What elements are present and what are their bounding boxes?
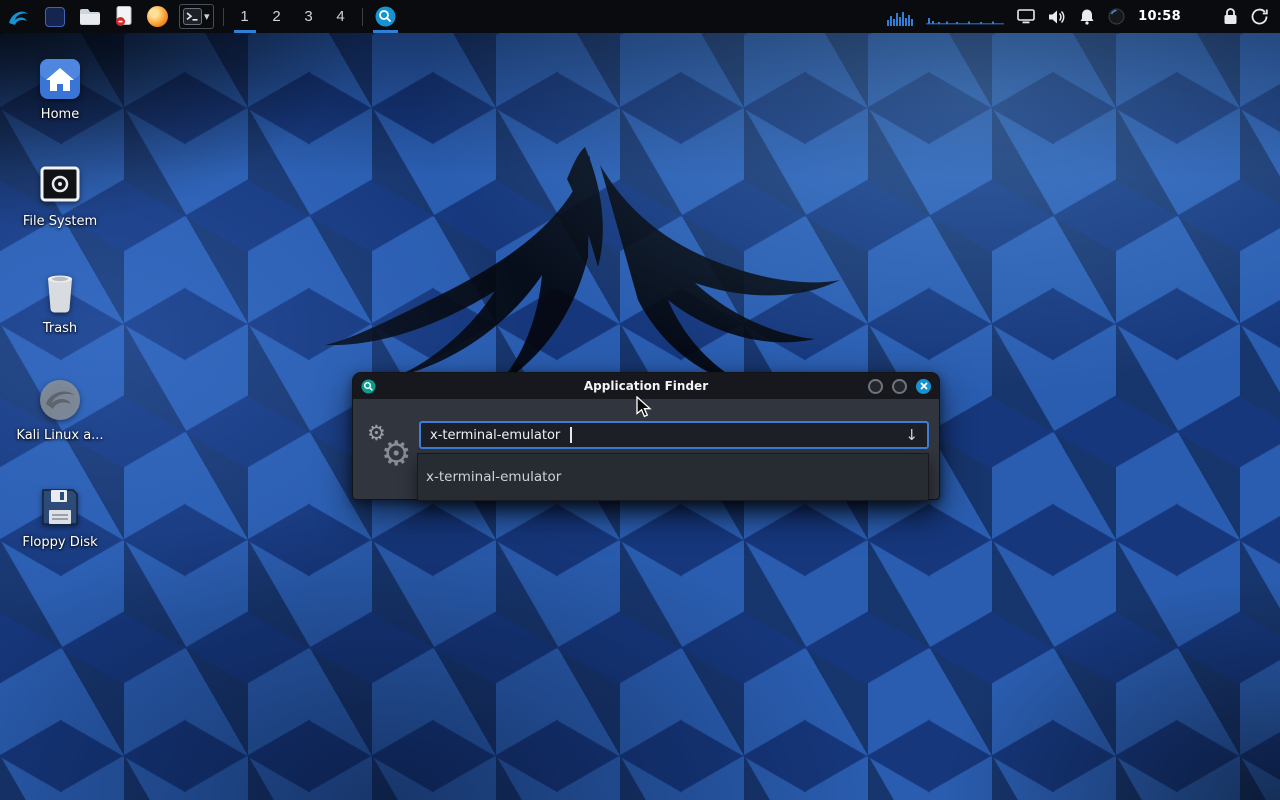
application-finder-window: Application Finder ⚙ ⚙ x-terminal-emulat… (352, 372, 940, 500)
finder-titlebar[interactable]: Application Finder (353, 373, 939, 399)
status-circle-icon[interactable] (1108, 8, 1125, 25)
search-icon (375, 6, 396, 27)
desktop-icon-label: Kali Linux a... (16, 429, 103, 444)
volume-icon[interactable] (1048, 9, 1066, 25)
workspace-button-3[interactable]: 3 (293, 0, 325, 33)
kali-logo-icon (7, 6, 31, 28)
window-launcher-button[interactable] (38, 0, 72, 33)
kali-menu-button[interactable] (0, 0, 38, 33)
application-gears-icon: ⚙ ⚙ (367, 429, 415, 473)
workspace-button-1[interactable]: 1 (229, 0, 261, 33)
search-input[interactable]: x-terminal-emulator ↓ (419, 421, 929, 449)
close-button[interactable] (916, 379, 931, 394)
desktop-icon-label: File System (23, 215, 97, 230)
desktop-icon-home[interactable]: Home (12, 55, 108, 123)
desktop-icon-kali-linux[interactable]: Kali Linux a... (12, 376, 108, 444)
text-editor-button[interactable] (108, 0, 140, 33)
terminal-launcher-group[interactable]: ▾ (179, 4, 214, 29)
clock[interactable]: 10:58 (1138, 9, 1181, 24)
panel-separator (223, 8, 224, 26)
completion-dropdown: x-terminal-emulator (417, 453, 929, 501)
notification-bell-icon[interactable] (1079, 8, 1095, 25)
close-icon (920, 382, 928, 390)
home-icon (36, 55, 84, 103)
minimize-button[interactable] (868, 379, 883, 394)
document-icon (115, 6, 133, 27)
text-caret (570, 427, 572, 443)
firefox-button[interactable] (140, 0, 175, 33)
workspace-button-4[interactable]: 4 (325, 0, 357, 33)
workspace-button-2[interactable]: 2 (261, 0, 293, 33)
file-manager-button[interactable] (72, 0, 108, 33)
trash-icon (36, 269, 84, 317)
desktop-icon-file-system[interactable]: File System (12, 162, 108, 230)
display-settings-icon[interactable] (1017, 9, 1035, 24)
search-input-text: x-terminal-emulator (430, 428, 560, 443)
kali-disc-icon (36, 376, 84, 424)
terminal-icon (183, 8, 202, 25)
desktop-icon-column: Home File System Trash Kal (12, 55, 108, 551)
top-panel: ▾ 1 2 3 4 (0, 0, 1280, 33)
file-system-icon (36, 162, 84, 210)
wallpaper-dragon-art (270, 95, 890, 405)
lock-icon[interactable] (1223, 8, 1238, 25)
desktop-icon-label: Trash (43, 322, 77, 337)
desktop-icon-label: Home (41, 108, 79, 123)
desktop-icon-trash[interactable]: Trash (12, 269, 108, 337)
combo-dropdown-arrow-icon[interactable]: ↓ (905, 428, 918, 443)
logout-icon[interactable] (1251, 8, 1268, 25)
chevron-down-icon[interactable]: ▾ (204, 11, 210, 22)
desktop-icon-floppy-disk[interactable]: Floppy Disk (12, 483, 108, 551)
cpu-graph-icon[interactable] (887, 8, 913, 26)
network-graph-icon[interactable] (926, 8, 1004, 26)
floppy-disk-icon (36, 483, 84, 531)
maximize-button[interactable] (892, 379, 907, 394)
panel-separator (362, 8, 363, 26)
window-icon (45, 7, 65, 27)
finder-window-icon (361, 379, 376, 394)
finder-window-title: Application Finder (353, 379, 939, 393)
folder-icon (79, 8, 101, 26)
task-button-application-finder[interactable] (368, 0, 403, 33)
firefox-icon (147, 6, 168, 27)
desktop-icon-label: Floppy Disk (22, 536, 97, 551)
completion-item[interactable]: x-terminal-emulator (418, 469, 928, 485)
